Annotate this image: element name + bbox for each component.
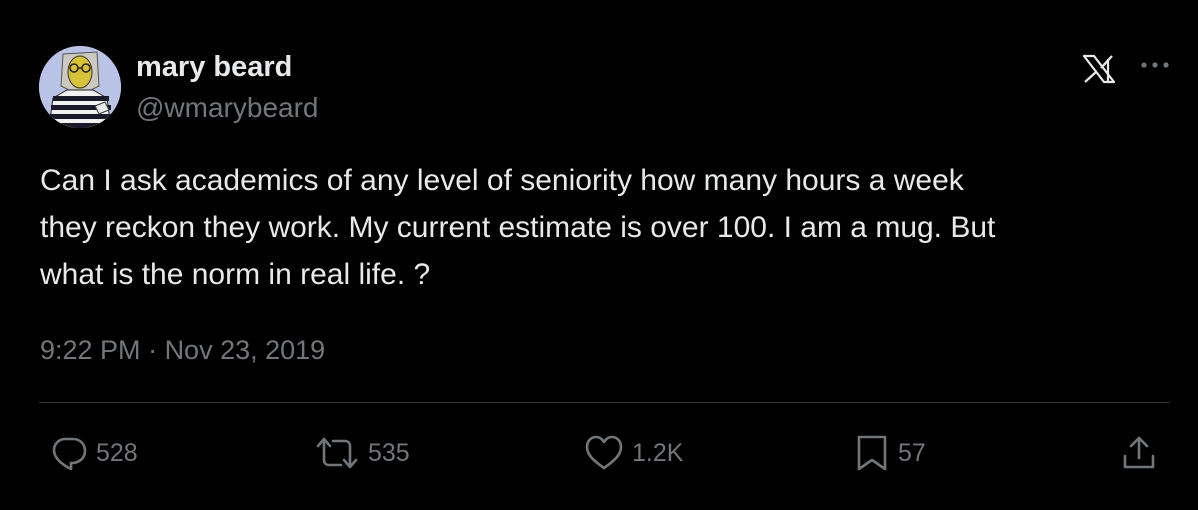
repost-count: 535 <box>368 439 410 467</box>
author-display-name[interactable]: mary beard <box>136 50 292 84</box>
more-options-icon[interactable] <box>1138 48 1172 82</box>
avatar-illustration <box>39 46 121 128</box>
tweet-date[interactable]: Nov 23, 2019 <box>165 335 326 365</box>
like-button[interactable]: 1.2K <box>584 433 683 473</box>
bookmark-button[interactable]: 57 <box>854 433 926 473</box>
tweet-text: Can I ask academics of any level of seni… <box>40 164 996 291</box>
bookmark-icon <box>857 435 887 471</box>
like-count: 1.2K <box>632 439 684 467</box>
share-button[interactable] <box>1120 433 1158 473</box>
tweet-timestamp: 9:22 PM · Nov 23, 2019 <box>40 333 325 367</box>
divider <box>39 402 1170 403</box>
reply-icon <box>52 437 87 471</box>
repost-button[interactable]: 535 <box>314 433 410 473</box>
share-icon <box>1123 436 1155 469</box>
repost-icon <box>316 437 358 469</box>
timestamp-separator: · <box>140 335 165 365</box>
tweet-time[interactable]: 9:22 PM <box>40 335 141 365</box>
heart-icon <box>585 435 623 470</box>
bookmark-count: 57 <box>898 439 926 467</box>
reply-button[interactable]: 528 <box>50 433 138 473</box>
x-logo-icon[interactable] <box>1082 54 1116 84</box>
avatar[interactable] <box>39 46 121 128</box>
author-handle[interactable]: @wmarybeard <box>136 91 318 125</box>
reply-count: 528 <box>96 439 138 467</box>
tweet-card: mary beard @wmarybeard Can I ask academi… <box>0 0 1198 510</box>
